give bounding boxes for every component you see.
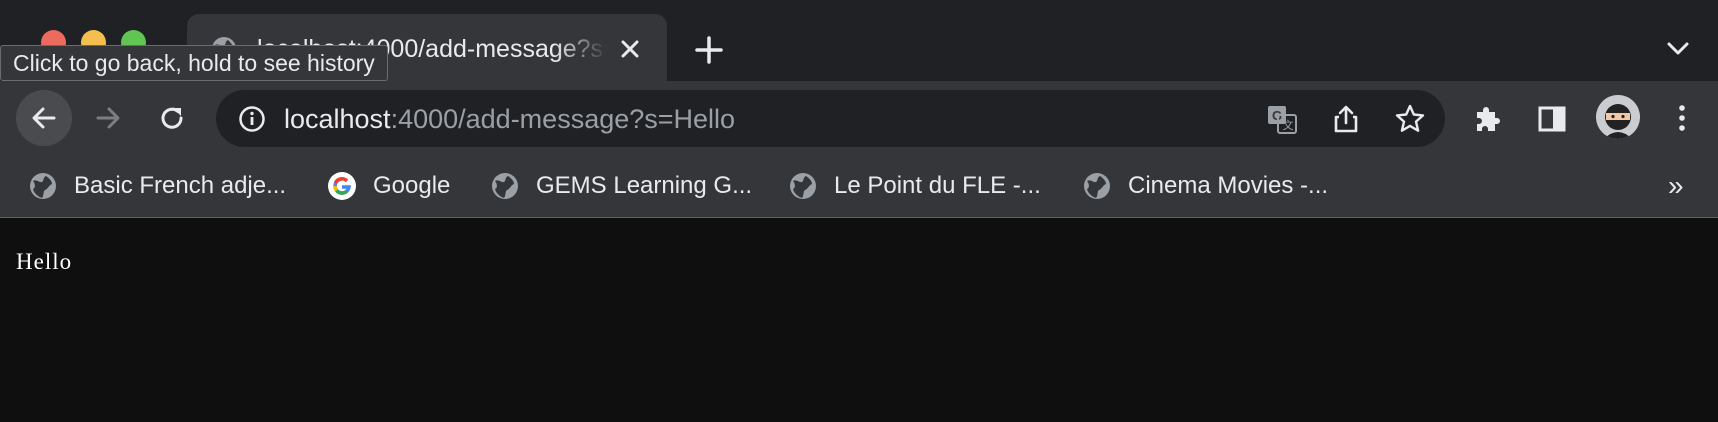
back-button[interactable] — [16, 90, 72, 146]
url-text[interactable]: localhost:4000/add-message?s=Hello — [284, 102, 735, 136]
bookmark-cinema-movies[interactable]: Cinema Movies -... — [1082, 167, 1328, 205]
more-bookmarks-chevron[interactable]: » — [1668, 169, 1684, 203]
forward-arrow-icon — [96, 107, 120, 129]
bookmarks-bar: Basic French adje... Google GEMS Learnin… — [0, 155, 1718, 218]
site-info-icon[interactable] — [238, 105, 266, 133]
reload-icon — [161, 107, 183, 129]
page-content: Hello — [0, 219, 1718, 422]
tab-search-chevron-icon[interactable] — [1664, 36, 1692, 60]
ninja-avatar-icon — [1596, 95, 1640, 139]
back-button-tooltip: Click to go back, hold to see history — [0, 45, 388, 81]
bookmark-label: Le Point du FLE -... — [834, 172, 1041, 199]
bookmark-basic-french[interactable]: Basic French adje... — [28, 167, 286, 205]
new-tab-icon[interactable] — [693, 34, 725, 66]
globe-icon — [492, 173, 518, 199]
share-icon[interactable] — [1330, 103, 1362, 135]
bookmark-label: Basic French adje... — [74, 172, 287, 199]
bookmark-le-point-du-fle[interactable]: Le Point du FLE -... — [788, 167, 1041, 205]
extensions-puzzle-icon[interactable] — [1472, 103, 1504, 135]
bookmark-label: Google — [373, 172, 451, 199]
reload-button[interactable] — [144, 90, 200, 146]
globe-icon — [30, 173, 56, 199]
profile-avatar[interactable] — [1596, 95, 1640, 139]
google-icon — [328, 172, 356, 200]
globe-icon — [790, 173, 816, 199]
more-menu-icon[interactable] — [1670, 103, 1694, 133]
svg-text:文: 文 — [1283, 118, 1294, 132]
url-path: :4000/add-message?s=Hello — [390, 104, 736, 134]
bookmark-label: GEMS Learning G... — [536, 172, 753, 199]
forward-button[interactable] — [80, 90, 136, 146]
bookmark-label: Cinema Movies -... — [1128, 172, 1329, 199]
message-text: Hello — [16, 249, 73, 274]
back-arrow-icon — [32, 107, 56, 129]
side-panel-icon[interactable] — [1538, 105, 1566, 133]
close-tab-icon[interactable] — [617, 36, 643, 62]
address-bar[interactable]: localhost:4000/add-message?s=Hello G 文 — [216, 90, 1445, 147]
toolbar: localhost:4000/add-message?s=Hello G 文 — [0, 81, 1718, 155]
bookmark-star-icon[interactable] — [1394, 103, 1426, 135]
url-host: localhost — [284, 104, 391, 134]
bookmark-google[interactable]: Google — [327, 167, 450, 205]
globe-icon — [1084, 173, 1110, 199]
bookmark-gems-learning[interactable]: GEMS Learning G... — [490, 167, 752, 205]
translate-icon[interactable]: G 文 — [1266, 103, 1298, 135]
